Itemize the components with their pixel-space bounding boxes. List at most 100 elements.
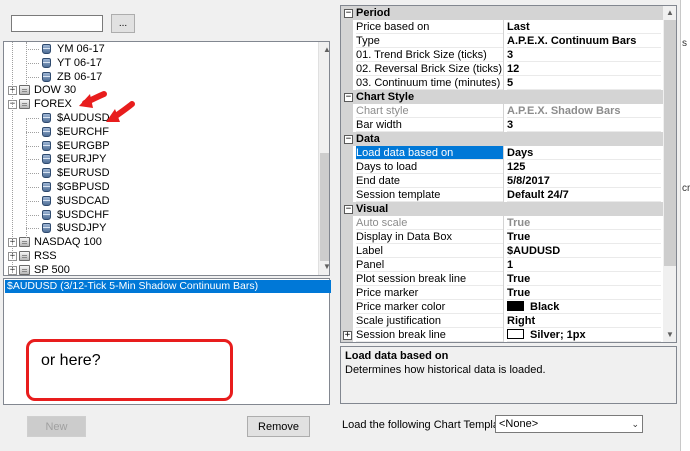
property-value[interactable]: Right	[507, 314, 661, 328]
column-divider[interactable]	[503, 48, 504, 62]
tree-item[interactable]: $EURUSD	[4, 166, 316, 180]
property-value[interactable]: A.P.E.X. Shadow Bars	[507, 104, 661, 118]
category-header[interactable]: − Data	[341, 132, 663, 146]
property-row[interactable]: Load data based on Days	[341, 146, 663, 160]
property-row[interactable]: 02. Reversal Brick Size (ticks) 12	[341, 62, 663, 76]
grid-scrollbar[interactable]: ▲ ▼	[663, 6, 676, 342]
column-divider[interactable]	[503, 118, 504, 132]
column-divider[interactable]	[503, 34, 504, 48]
collapse-icon[interactable]: −	[344, 9, 353, 18]
column-divider[interactable]	[503, 230, 504, 244]
property-row[interactable]: 01. Trend Brick Size (ticks) 3	[341, 48, 663, 62]
property-value[interactable]: 5	[507, 76, 661, 90]
property-row[interactable]: Session template Default 24/7	[341, 188, 663, 202]
list-item[interactable]: $AUDUSD (3/12-Tick 5-Min Shadow Continuu…	[5, 280, 331, 293]
chart-template-select[interactable]: <None> ⌄	[495, 415, 643, 433]
property-row[interactable]: Display in Data Box True	[341, 230, 663, 244]
tree-item[interactable]: $EURJPY	[4, 152, 316, 166]
property-row[interactable]: Panel 1	[341, 258, 663, 272]
column-divider[interactable]	[503, 104, 504, 118]
property-value[interactable]: Default 24/7	[507, 188, 661, 202]
tree-item[interactable]: YT 06-17	[4, 56, 316, 70]
property-grid[interactable]: − Period Price based on Last Type A.P.E.X. Co…	[340, 5, 677, 343]
column-divider[interactable]	[503, 216, 504, 230]
property-row[interactable]: Type A.P.E.X. Continuum Bars	[341, 34, 663, 48]
property-row[interactable]: Price marker True	[341, 286, 663, 300]
property-row[interactable]: + Session break line Silver; 1px	[341, 328, 663, 342]
column-divider[interactable]	[503, 76, 504, 90]
property-row[interactable]: End date 5/8/2017	[341, 174, 663, 188]
tree-item[interactable]: $EURCHF	[4, 125, 316, 139]
scroll-down-icon[interactable]: ▼	[663, 328, 676, 342]
property-value[interactable]: Days	[507, 146, 661, 160]
column-divider[interactable]	[503, 328, 504, 342]
tree-folder[interactable]: + NASDAQ 100	[4, 235, 316, 249]
tree-item[interactable]: $USDCAD	[4, 194, 316, 208]
collapse-icon[interactable]: −	[344, 135, 353, 144]
property-value[interactable]: 1	[507, 258, 661, 272]
property-row[interactable]: Label $AUDUSD	[341, 244, 663, 258]
property-row[interactable]: Scale justification Right	[341, 314, 663, 328]
tree-scrollbar[interactable]: ▲ ▼	[318, 42, 329, 275]
property-value[interactable]: 3	[507, 48, 661, 62]
property-value[interactable]: A.P.E.X. Continuum Bars	[507, 34, 661, 48]
property-row[interactable]: Auto scale True	[341, 216, 663, 230]
property-row[interactable]: Chart style A.P.E.X. Shadow Bars	[341, 104, 663, 118]
tree-folder[interactable]: + RSS	[4, 249, 316, 263]
scroll-up-icon[interactable]: ▲	[319, 42, 329, 58]
tree-item[interactable]: ZB 06-17	[4, 70, 316, 84]
tree-folder[interactable]: − FOREX	[4, 97, 316, 111]
property-row[interactable]: Price marker color Black	[341, 300, 663, 314]
column-divider[interactable]	[503, 258, 504, 272]
property-row[interactable]: Days to load 125	[341, 160, 663, 174]
column-divider[interactable]	[503, 188, 504, 202]
search-input[interactable]	[11, 15, 103, 32]
column-divider[interactable]	[503, 300, 504, 314]
tree-item[interactable]: $AUDUSD	[4, 111, 316, 125]
grid-scroll-thumb[interactable]	[664, 20, 676, 266]
scroll-up-icon[interactable]: ▲	[663, 6, 676, 20]
property-value[interactable]: Silver; 1px	[507, 328, 661, 342]
category-header[interactable]: − Period	[341, 6, 663, 20]
instrument-tree[interactable]: YM 06-17 YT 06-17 ZB 06-17 + DOW 30− FOREX $AU…	[3, 41, 330, 276]
tree-folder[interactable]: + SP 500	[4, 263, 316, 275]
tree-scroll-thumb[interactable]	[320, 153, 329, 261]
tree-item[interactable]: $EURGBP	[4, 139, 316, 153]
property-value[interactable]: Last	[507, 20, 661, 34]
property-value[interactable]: 12	[507, 62, 661, 76]
property-row[interactable]: Plot session break line True	[341, 272, 663, 286]
property-value[interactable]: True	[507, 272, 661, 286]
property-row[interactable]: Bar width 3	[341, 118, 663, 132]
expand-icon[interactable]: +	[343, 331, 352, 340]
tree-item[interactable]: $GBPUSD	[4, 180, 316, 194]
property-row[interactable]: 03. Continuum time (minutes) 5	[341, 76, 663, 90]
property-row[interactable]: Price based on Last	[341, 20, 663, 34]
column-divider[interactable]	[503, 160, 504, 174]
property-value[interactable]: $AUDUSD	[507, 244, 661, 258]
column-divider[interactable]	[503, 20, 504, 34]
collapse-icon[interactable]: −	[344, 205, 353, 214]
property-value[interactable]: True	[507, 216, 661, 230]
property-value[interactable]: 3	[507, 118, 661, 132]
property-value[interactable]: True	[507, 286, 661, 300]
column-divider[interactable]	[503, 244, 504, 258]
property-value[interactable]: 5/8/2017	[507, 174, 661, 188]
new-button[interactable]: New	[27, 416, 86, 437]
tree-item[interactable]: $USDJPY	[4, 221, 316, 235]
column-divider[interactable]	[503, 272, 504, 286]
tree-item[interactable]: $USDCHF	[4, 208, 316, 222]
column-divider[interactable]	[503, 286, 504, 300]
column-divider[interactable]	[503, 146, 504, 160]
category-header[interactable]: − Chart Style	[341, 90, 663, 104]
scroll-down-icon[interactable]: ▼	[319, 259, 329, 275]
property-value[interactable]: 125	[507, 160, 661, 174]
collapse-icon[interactable]: −	[344, 93, 353, 102]
tree-item[interactable]: YM 06-17	[4, 42, 316, 56]
category-header[interactable]: − Visual	[341, 202, 663, 216]
property-value[interactable]: Black	[507, 300, 661, 314]
property-value[interactable]: True	[507, 230, 661, 244]
tree-folder[interactable]: + DOW 30	[4, 83, 316, 97]
remove-button[interactable]: Remove	[247, 416, 310, 437]
column-divider[interactable]	[503, 62, 504, 76]
column-divider[interactable]	[503, 174, 504, 188]
